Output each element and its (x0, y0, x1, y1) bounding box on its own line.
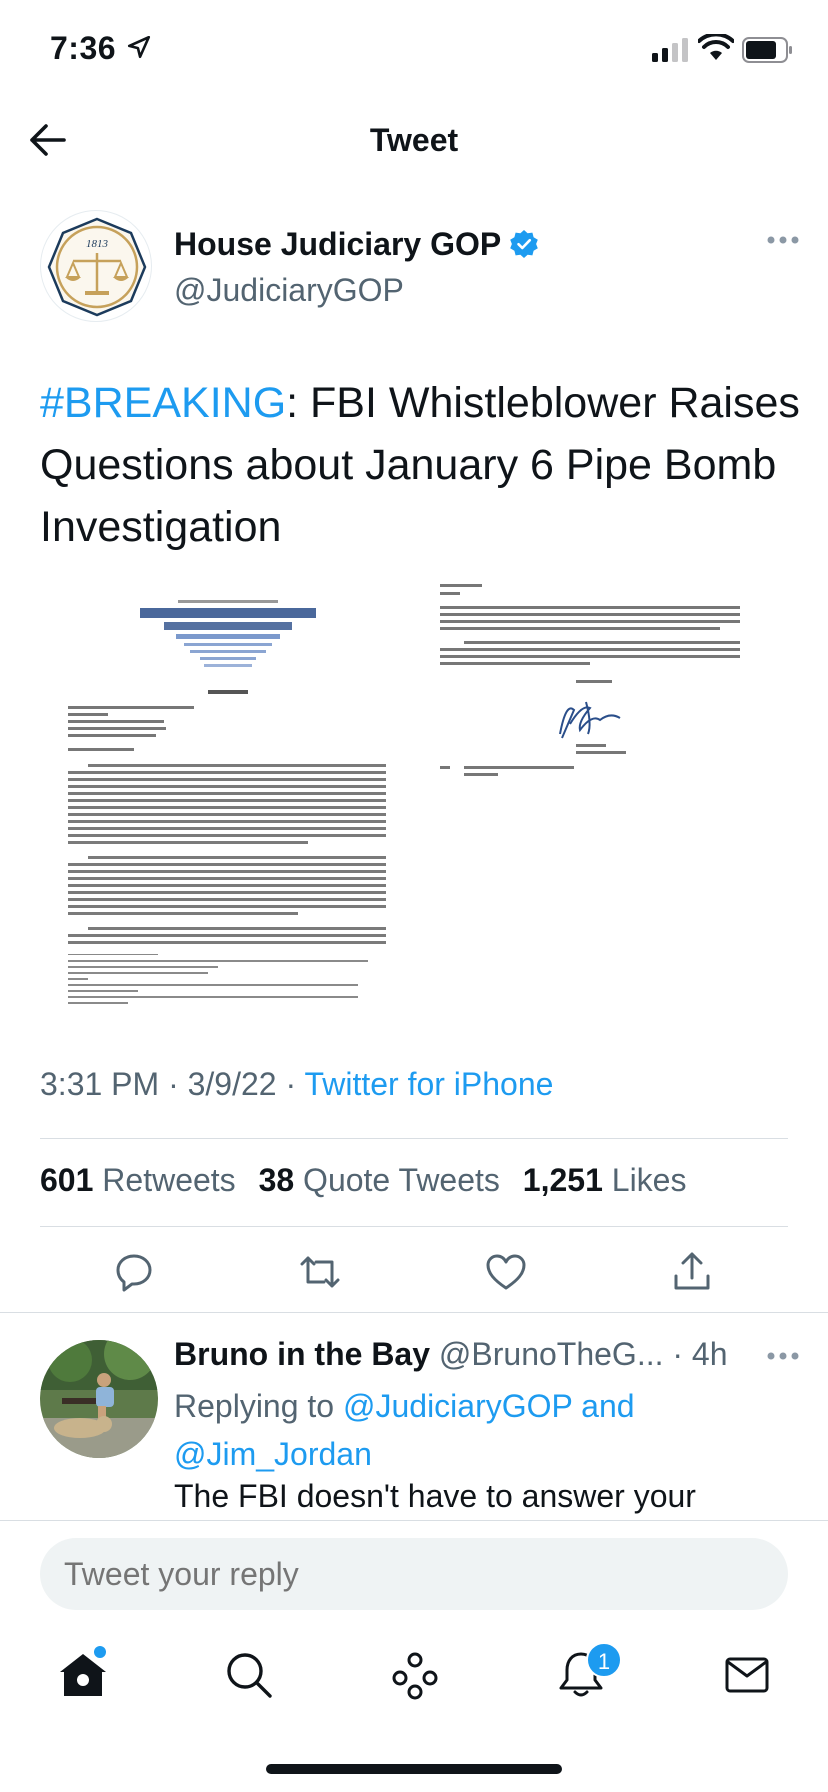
letter-page-1-image[interactable] (68, 584, 408, 1020)
judiciary-seal-icon: 1813 (47, 217, 147, 317)
retweets-count[interactable]: 601 (40, 1162, 93, 1198)
more-options-icon[interactable] (766, 234, 800, 246)
tweet-meta: 3:31 PM · 3/9/22 · Twitter for iPhone (40, 1066, 553, 1103)
mention-link[interactable]: @JudiciaryGOP and (343, 1388, 635, 1424)
letter-page-1-graphic (68, 600, 386, 1004)
reply-text: The FBI doesn't have to answer your (174, 1478, 696, 1514)
search-icon[interactable] (222, 1648, 276, 1702)
location-arrow-icon (127, 35, 151, 59)
reply-header: Bruno in the Bay @BrunoTheG... · 4h (174, 1336, 728, 1373)
likes-label[interactable]: Likes (612, 1162, 687, 1198)
verified-badge-icon (510, 230, 539, 258)
divider (0, 1520, 828, 1521)
author-name-text: House Judiciary GOP (174, 226, 502, 262)
page-title: Tweet (369, 122, 459, 158)
divider (40, 1138, 788, 1139)
author-handle[interactable]: @JudiciaryGOP (174, 272, 404, 309)
replying-prefix: Replying to (174, 1388, 343, 1424)
reply-more-options-icon[interactable] (766, 1350, 800, 1362)
reply-time: · 4h (663, 1336, 728, 1372)
notifications-badge: 1 (586, 1642, 622, 1678)
quote-tweets-label[interactable]: Quote Tweets (303, 1162, 500, 1198)
cellular-signal-icon (652, 38, 688, 62)
reply-author-handle[interactable]: @BrunoTheG... (439, 1336, 664, 1372)
reply-tweet[interactable]: Bruno in the Bay @BrunoTheG... · 4h Repl… (40, 1322, 800, 1522)
battery-icon (742, 37, 792, 63)
spaces-icon[interactable] (388, 1648, 442, 1702)
divider (0, 1312, 828, 1313)
hashtag-link[interactable]: #BREAKING (40, 379, 286, 427)
like-heart-icon[interactable] (484, 1250, 528, 1294)
home-indicator (266, 1764, 562, 1774)
tweet-source-link[interactable]: Twitter for iPhone (304, 1066, 553, 1102)
author-name[interactable]: House Judiciary GOP (174, 226, 539, 263)
reply-icon[interactable] (112, 1250, 156, 1294)
avatar-year: 1813 (86, 238, 109, 250)
letter-page-2-image[interactable] (440, 584, 800, 1020)
reply-avatar[interactable] (40, 1340, 158, 1458)
navigation-bar: Tweet (0, 100, 828, 180)
divider (40, 1226, 788, 1227)
replying-to: Replying to @JudiciaryGOP and @Jim_Jordan (174, 1382, 774, 1478)
reply-avatar-photo (40, 1340, 158, 1458)
tweet-stats: 601 Retweets 38 Quote Tweets 1,251 Likes (40, 1162, 700, 1199)
quote-tweets-count[interactable]: 38 (259, 1162, 295, 1198)
retweets-label[interactable]: Retweets (102, 1162, 235, 1198)
messages-mail-icon[interactable] (720, 1648, 774, 1702)
author-avatar[interactable]: 1813 (40, 210, 152, 322)
likes-count[interactable]: 1,251 (523, 1162, 603, 1198)
mention-link[interactable]: @Jim_Jordan (174, 1436, 372, 1472)
tweet-media[interactable] (40, 584, 800, 1020)
retweet-icon[interactable] (298, 1250, 342, 1294)
share-icon[interactable] (670, 1250, 714, 1294)
tweet-timestamp: 3:31 PM · 3/9/22 · (40, 1066, 305, 1102)
letter-page-2-graphic (440, 584, 740, 776)
home-icon[interactable] (56, 1648, 110, 1702)
wifi-icon (698, 34, 734, 60)
reply-author-name[interactable]: Bruno in the Bay (174, 1336, 430, 1372)
status-bar: 7:36 (0, 0, 828, 100)
status-time: 7:36 (50, 30, 117, 66)
tweet-text: #BREAKING: FBI Whistleblower Raises Ques… (40, 372, 800, 558)
reply-composer-bar (0, 1520, 828, 1626)
tweet-author: 1813 House Judiciary GOP @JudiciaryGOP (40, 210, 800, 330)
tweet-actions (0, 1240, 828, 1310)
reply-input[interactable] (40, 1538, 788, 1610)
